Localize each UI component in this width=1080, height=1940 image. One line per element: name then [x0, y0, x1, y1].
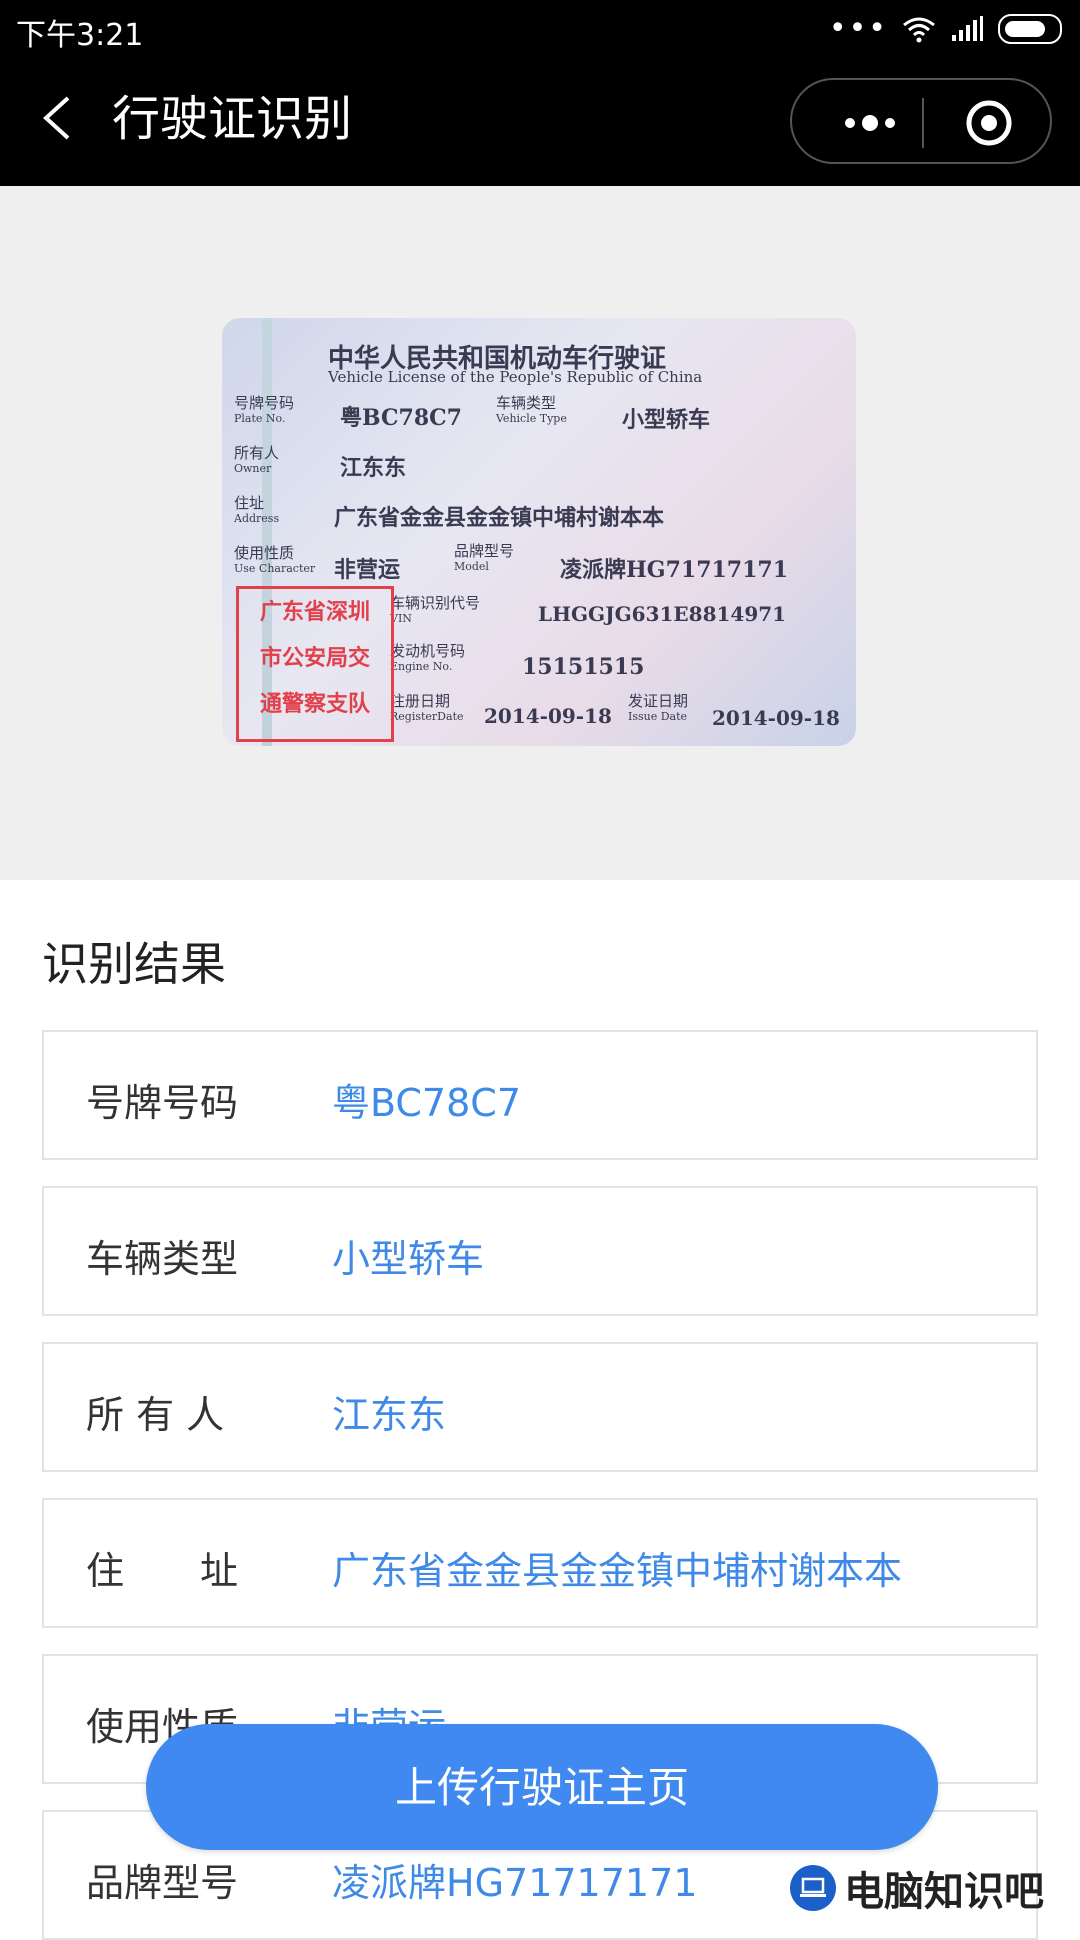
- stamp-line: 通警察支队: [259, 691, 370, 717]
- more-notifications-icon: •••: [828, 11, 888, 46]
- license-vin-value: LHGGJG631E8814971: [538, 602, 787, 626]
- license-vin-label: 车辆识别代号 VIN: [390, 594, 481, 626]
- back-arrow-icon[interactable]: [30, 88, 90, 148]
- upload-license-button[interactable]: 上传行驶证主页: [146, 1724, 938, 1850]
- license-address-label: 住址 Address: [234, 494, 280, 526]
- license-image-area: 中华人民共和国机动车行驶证 Vehicle License of the Peo…: [0, 186, 1080, 880]
- result-label: 品牌型号: [86, 1861, 239, 1905]
- license-issue-value: 2014-09-18: [712, 706, 840, 730]
- capsule-divider: [922, 98, 924, 148]
- close-mini-program-icon[interactable]: [934, 80, 1044, 166]
- result-value: 江东东: [332, 1393, 447, 1437]
- police-stamp: 广东省深圳 市公安局交 通警察支队: [236, 586, 394, 742]
- laptop-logo-icon: [790, 1865, 836, 1911]
- license-use-label: 使用性质 Use Character: [234, 544, 316, 576]
- license-plate-label: 号牌号码 Plate No.: [234, 394, 295, 426]
- mini-program-capsule: [790, 78, 1052, 164]
- result-row-address: 住 址 广东省金金县金金镇中埔村谢本本: [42, 1498, 1038, 1628]
- result-row-vehicle-type: 车辆类型 小型轿车: [42, 1186, 1038, 1316]
- result-value: 小型轿车: [332, 1237, 485, 1281]
- license-engine-value: 15151515: [522, 654, 645, 680]
- signal-icon: [952, 16, 983, 41]
- watermark-text: 电脑知识吧: [844, 1869, 1044, 1915]
- status-bar: 下午3:21 •••: [0, 0, 1080, 56]
- result-row-plate: 号牌号码 粤BC78C7: [42, 1030, 1038, 1160]
- result-label: 住 址: [86, 1549, 239, 1593]
- license-type-value: 小型轿车: [622, 407, 711, 433]
- license-subtitle: Vehicle License of the People's Republic…: [328, 368, 703, 386]
- license-register-value: 2014-09-18: [484, 704, 612, 728]
- result-label: 车辆类型: [86, 1237, 239, 1281]
- license-issue-label: 发证日期 Issue Date: [628, 692, 689, 724]
- result-row-owner: 所 有 人 江东东: [42, 1342, 1038, 1472]
- wifi-icon: [903, 17, 935, 43]
- result-value: 广东省金金县金金镇中埔村谢本本: [332, 1549, 903, 1593]
- license-photo[interactable]: 中华人民共和国机动车行驶证 Vehicle License of the Peo…: [222, 318, 856, 746]
- license-model-value: 凌派牌HG71717171: [560, 557, 789, 583]
- result-value: 凌派牌HG71717171: [332, 1861, 698, 1905]
- page-title: 行驶证识别: [112, 91, 353, 147]
- result-value: 粤BC78C7: [332, 1081, 521, 1125]
- result-label: 号牌号码: [86, 1081, 239, 1125]
- site-watermark: 电脑知识吧: [790, 1858, 1044, 1918]
- license-type-label: 车辆类型 Vehicle Type: [496, 394, 567, 426]
- license-address-value: 广东省金金县金金镇中埔村谢本本: [334, 505, 665, 531]
- status-icons: •••: [829, 12, 1062, 46]
- license-plate-value: 粤BC78C7: [340, 405, 462, 431]
- license-engine-label: 发动机号码 Engine No.: [390, 642, 466, 674]
- result-label: 所 有 人: [86, 1393, 225, 1437]
- license-owner-label: 所有人 Owner: [234, 444, 280, 476]
- nav-bar: 行驶证识别: [0, 56, 1080, 186]
- license-owner-value: 江东东: [340, 455, 407, 481]
- stamp-line: 市公安局交: [259, 645, 370, 671]
- results-heading: 识别结果: [42, 937, 226, 991]
- more-options-icon[interactable]: [812, 80, 922, 166]
- license-model-label: 品牌型号 Model: [454, 542, 515, 574]
- status-time: 下午3:21: [16, 18, 144, 53]
- stamp-line: 广东省深圳: [259, 599, 370, 625]
- battery-icon: [998, 14, 1062, 44]
- license-register-label: 注册日期 RegisterDate: [390, 692, 464, 724]
- license-use-value: 非营运: [334, 557, 401, 583]
